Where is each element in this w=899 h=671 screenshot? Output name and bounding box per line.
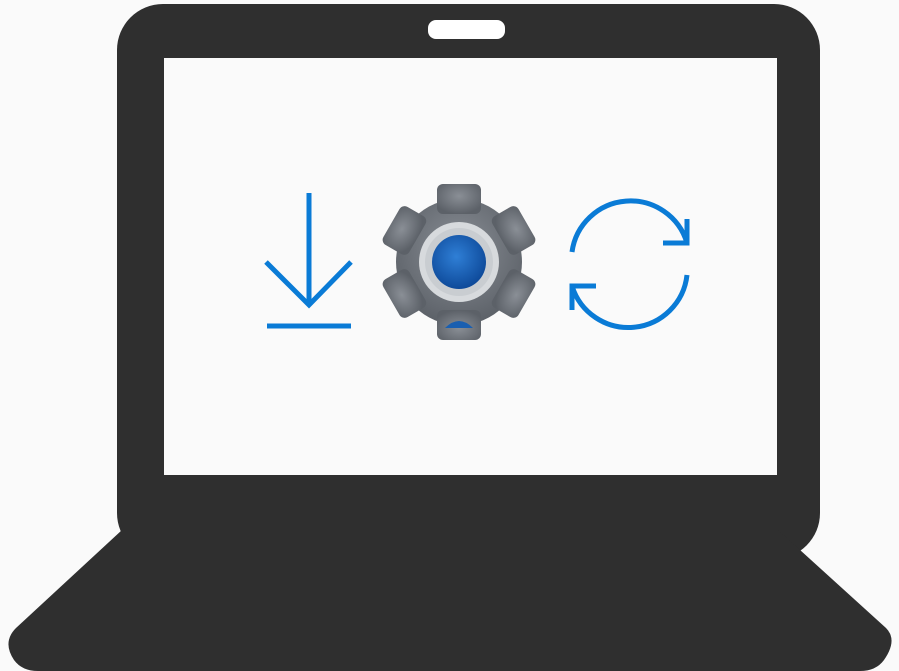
laptop-base [8,530,892,671]
webcam [428,20,505,39]
settings-gear-icon [382,184,536,340]
laptop-illustration [0,0,899,671]
laptop-graphic [8,4,892,671]
